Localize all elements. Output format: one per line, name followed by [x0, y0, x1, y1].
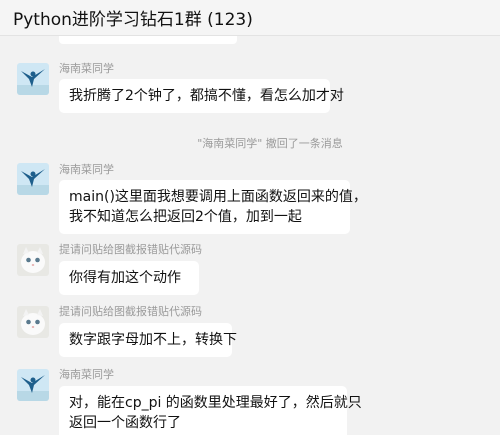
message-list[interactable]: 海南菜同学 我折腾了2个钟了，都搞不懂，看怎么加才对 "海南菜同学" 撤回了一条… — [0, 36, 500, 435]
message-bubble[interactable]: 你得有加这个动作 — [59, 261, 199, 295]
white-cat-avatar[interactable] — [17, 306, 49, 338]
message-text: 我折腾了2个钟了，都搞不懂，看怎么加才对 — [69, 88, 344, 104]
message-text-line-2: 返回一个函数行了 — [69, 415, 181, 431]
sender-name: 提请问贴给图截报错贴代源码 — [59, 305, 202, 318]
message-bubble[interactable]: 我折腾了2个钟了，都搞不懂，看怎么加才对 — [59, 79, 344, 113]
blue-figure-avatar[interactable] — [17, 369, 49, 401]
message-text-line-1: 对，能在cp_pi 的函数里处理最好了，然后就只 — [69, 395, 362, 411]
blue-figure-avatar[interactable] — [17, 163, 49, 195]
sender-name: 海南菜同学 — [59, 62, 114, 75]
message-text: 你得有加这个动作 — [69, 270, 181, 286]
white-cat-avatar[interactable] — [17, 244, 49, 276]
clipped-message-bubble — [59, 36, 237, 44]
chat-header: Python进阶学习钻石1群 (123) — [0, 0, 500, 36]
blue-figure-avatar[interactable] — [17, 63, 49, 95]
message-bubble[interactable]: 对，能在cp_pi 的函数里处理最好了，然后就只 返回一个函数行了 — [59, 386, 362, 435]
sender-name: 提请问贴给图截报错贴代源码 — [59, 243, 202, 256]
message-text: 数字跟字母加不上，转换下 — [69, 332, 237, 348]
message-bubble[interactable]: main()这里面我想要调用上面函数返回来的值， 我不知道怎么把返回2个值，加到… — [59, 180, 367, 234]
message-text-line-1: main()这里面我想要调用上面函数返回来的值， — [69, 189, 367, 205]
chat-title: Python进阶学习钻石1群 (123) — [13, 10, 253, 30]
message-bubble[interactable]: 数字跟字母加不上，转换下 — [59, 323, 237, 357]
sender-name: 海南菜同学 — [59, 163, 114, 176]
message-text-line-2: 我不知道怎么把返回2个值，加到一起 — [69, 209, 302, 225]
recall-notice: "海南菜同学" 撤回了一条消息 — [197, 137, 343, 150]
sender-name: 海南菜同学 — [59, 368, 114, 381]
